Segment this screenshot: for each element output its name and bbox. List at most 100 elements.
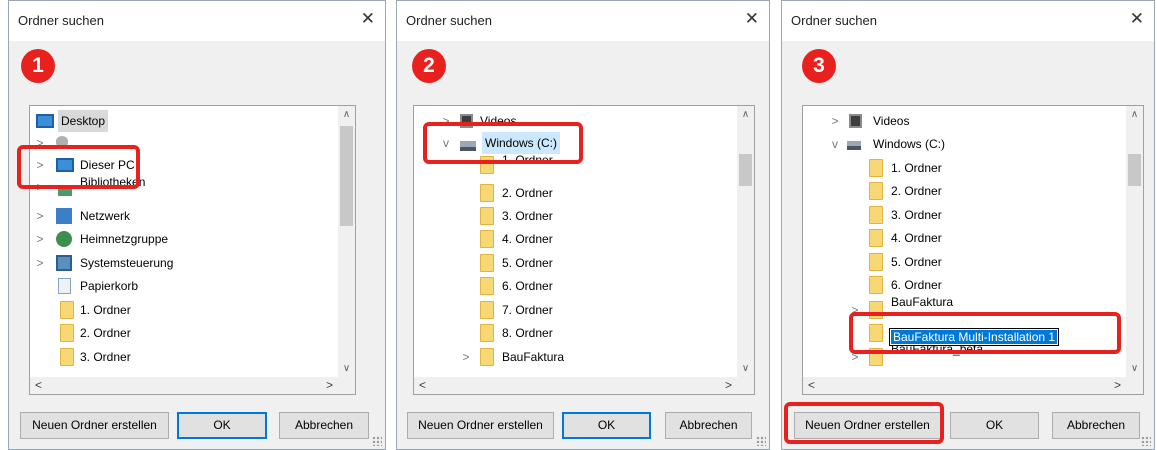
- scroll-right-icon[interactable]: >: [321, 377, 338, 394]
- folder-dialog-1: Ordner suchen ✕ 1 Desktop > > Dieser PC …: [8, 0, 386, 450]
- scroll-corner: [1126, 377, 1143, 394]
- scroll-right-icon[interactable]: >: [1109, 377, 1126, 394]
- tree-item-label: 3. Ordner: [502, 209, 553, 223]
- tree-item-label: Heimnetzgruppe: [80, 232, 169, 246]
- chevron-down-icon[interactable]: v: [829, 133, 841, 155]
- scroll-down-icon[interactable]: ∨: [338, 360, 355, 377]
- scroll-thumb[interactable]: [340, 126, 353, 226]
- folder-icon: [869, 253, 883, 271]
- horizontal-scrollbar[interactable]: < >: [803, 377, 1143, 394]
- folder-icon: [480, 348, 494, 366]
- step-badge: 2: [412, 49, 446, 83]
- folder-icon: [60, 348, 74, 366]
- folder-icon: [869, 206, 883, 224]
- highlight-new-folder-name: [849, 312, 1121, 354]
- scroll-up-icon[interactable]: ∧: [1126, 106, 1143, 123]
- tree-item-label: 7. Ordner: [502, 303, 553, 317]
- highlight-this-pc: [17, 145, 140, 189]
- close-icon[interactable]: ✕: [361, 9, 375, 29]
- scroll-thumb[interactable]: [1128, 154, 1141, 186]
- desktop-icon: [36, 114, 54, 128]
- folder-icon: [480, 230, 494, 248]
- folder-icon: [869, 182, 883, 200]
- title-bar: Ordner suchen ✕: [397, 1, 769, 41]
- close-icon[interactable]: ✕: [1130, 9, 1144, 29]
- tree-item-label: 8. Ordner: [502, 326, 553, 340]
- tree-item-label: 4. Ordner: [891, 231, 942, 245]
- tree-item-label: 6. Ordner: [502, 279, 553, 293]
- control-panel-icon: [56, 255, 72, 271]
- scroll-down-icon[interactable]: ∨: [1126, 360, 1143, 377]
- scroll-thumb[interactable]: [739, 154, 752, 186]
- horizontal-scrollbar[interactable]: < >: [414, 377, 754, 394]
- folder-icon: [480, 301, 494, 319]
- chevron-right-icon[interactable]: >: [829, 110, 841, 132]
- chevron-right-icon[interactable]: >: [34, 228, 46, 250]
- tree-item-label: Windows (C:): [873, 137, 946, 151]
- scroll-up-icon[interactable]: ∧: [737, 106, 754, 123]
- scroll-right-icon[interactable]: >: [720, 377, 737, 394]
- folder-dialog-3: Ordner suchen ✕ 3 > Videos v Windows (C:…: [781, 0, 1155, 450]
- tree-item-label: Systemsteuerung: [80, 256, 174, 270]
- dialog-title: Ordner suchen: [18, 13, 104, 28]
- videos-icon: [849, 114, 862, 128]
- tree-item-label: BauFaktura: [502, 350, 565, 364]
- tree-item-label: Desktop: [58, 110, 109, 132]
- chevron-right-icon[interactable]: >: [34, 205, 46, 227]
- cancel-button[interactable]: Abbrechen: [665, 412, 752, 439]
- homegroup-icon: [56, 231, 72, 247]
- horizontal-scrollbar[interactable]: < >: [30, 377, 355, 394]
- folder-icon: [60, 324, 74, 342]
- title-bar: Ordner suchen ✕: [9, 1, 385, 41]
- scroll-up-icon[interactable]: ∧: [338, 106, 355, 123]
- resize-grip-icon[interactable]: [1141, 436, 1151, 446]
- resize-grip-icon[interactable]: [756, 436, 766, 446]
- step-badge: 3: [802, 49, 836, 83]
- scroll-left-icon[interactable]: <: [414, 377, 431, 394]
- folder-dialog-2: Ordner suchen ✕ 2 > Videos v Windows (C:…: [396, 0, 770, 450]
- vertical-scrollbar[interactable]: ∧ ∨: [737, 106, 754, 377]
- dialog-title: Ordner suchen: [406, 13, 492, 28]
- highlight-new-folder-button: [784, 402, 944, 444]
- network-icon: [56, 208, 72, 224]
- scroll-left-icon[interactable]: <: [30, 377, 47, 394]
- folder-icon: [480, 207, 494, 225]
- folder-icon: [480, 277, 494, 295]
- tree-item-label: BauFaktura: [891, 295, 954, 309]
- vertical-scrollbar[interactable]: ∧ ∨: [338, 106, 355, 377]
- scroll-corner: [737, 377, 754, 394]
- scroll-down-icon[interactable]: ∨: [737, 360, 754, 377]
- tree-item-label: 2. Ordner: [80, 326, 131, 340]
- ok-button[interactable]: OK: [562, 412, 651, 439]
- step-badge: 1: [21, 49, 55, 83]
- folder-icon: [480, 184, 494, 202]
- ok-button[interactable]: OK: [950, 412, 1039, 439]
- folder-icon: [480, 254, 494, 272]
- new-folder-button[interactable]: Neuen Ordner erstellen: [20, 412, 169, 439]
- tree-item-label: 3. Ordner: [891, 208, 942, 222]
- folder-icon: [869, 229, 883, 247]
- folder-icon: [480, 324, 494, 342]
- tree-item-label: Papierkorb: [80, 279, 139, 293]
- drive-icon: [847, 141, 861, 150]
- recycle-bin-icon: [58, 278, 71, 294]
- tree-item-label: 1. Ordner: [80, 303, 131, 317]
- chevron-right-icon[interactable]: >: [460, 346, 472, 368]
- folder-icon: [869, 276, 883, 294]
- vertical-scrollbar[interactable]: ∧ ∨: [1126, 106, 1143, 377]
- cancel-button[interactable]: Abbrechen: [1052, 412, 1140, 439]
- title-bar: Ordner suchen ✕: [782, 1, 1154, 41]
- close-icon[interactable]: ✕: [745, 9, 759, 29]
- tree-item-label: 4. Ordner: [502, 232, 553, 246]
- resize-grip-icon[interactable]: [372, 436, 382, 446]
- scroll-left-icon[interactable]: <: [803, 377, 820, 394]
- tree-item-label: 5. Ordner: [502, 256, 553, 270]
- cancel-button[interactable]: Abbrechen: [279, 412, 369, 439]
- chevron-right-icon[interactable]: >: [34, 252, 46, 274]
- new-folder-button[interactable]: Neuen Ordner erstellen: [407, 412, 554, 439]
- tree-item-label: 1. Ordner: [891, 161, 942, 175]
- tree-item-label: Netzwerk: [80, 209, 131, 223]
- highlight-windows-c: [423, 122, 583, 164]
- folder-icon: [60, 301, 74, 319]
- ok-button[interactable]: OK: [177, 412, 267, 439]
